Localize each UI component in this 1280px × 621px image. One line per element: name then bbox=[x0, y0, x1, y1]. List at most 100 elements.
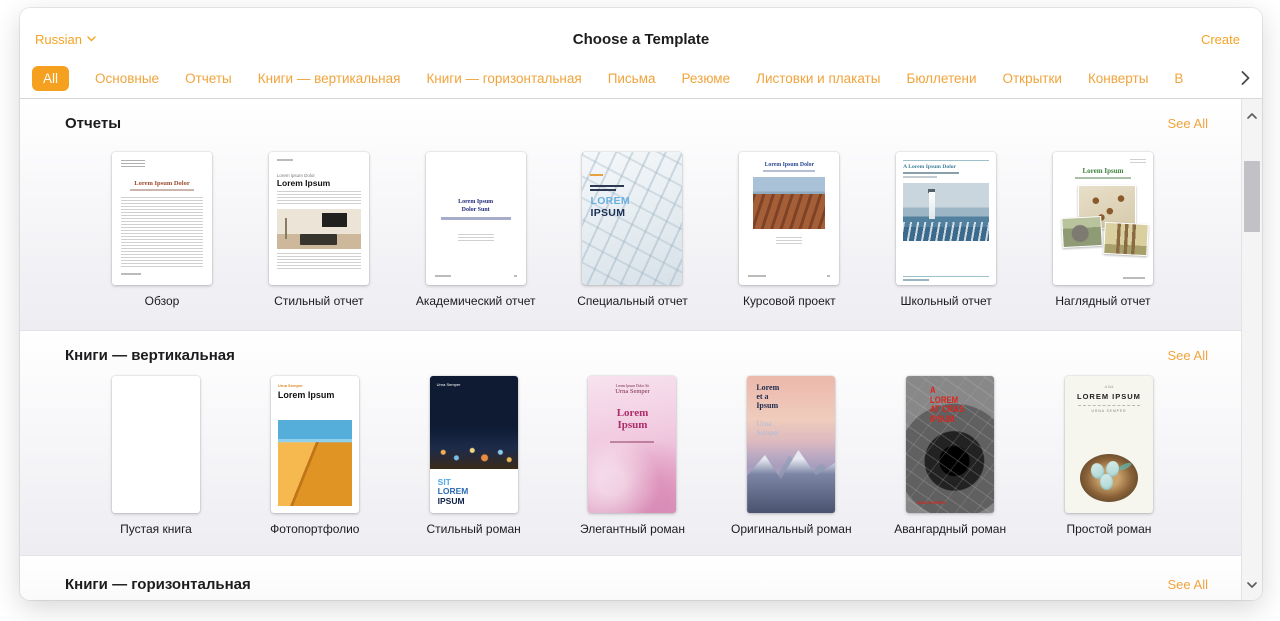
thumb-title: LOREM IPSUM bbox=[1065, 392, 1153, 401]
text-lines bbox=[121, 160, 145, 168]
see-all-link[interactable]: See All bbox=[1168, 116, 1208, 131]
thumb-kicker: A Dol bbox=[1065, 385, 1153, 389]
template-overview[interactable]: Lorem Ipsum Dolor Обзор bbox=[112, 152, 212, 308]
thumb-title: Lorem Ipsum Dolor bbox=[747, 162, 831, 168]
thumb-author: URNA SEMPER bbox=[916, 501, 945, 505]
template-school-report[interactable]: A Lorem Ipsum Dolor Школьный отчет bbox=[896, 152, 996, 308]
template-academic-report[interactable]: Lorem Ipsum Dolor Sunt Академический отч… bbox=[426, 152, 526, 308]
template-thumbnail: Lorem Ipsum Dolor bbox=[112, 152, 212, 285]
template-label: Обзор bbox=[145, 294, 180, 308]
tab-envelopes[interactable]: Конверты bbox=[1088, 71, 1148, 86]
template-avant-garde-novel[interactable]: A LOREM AT CRAS IPSUM URNA SEMPER Аванга… bbox=[906, 376, 994, 536]
template-thumbnail: Lorem ipsum Dolor Lorem Ipsum bbox=[269, 152, 369, 285]
thumb-title: Lorem Ipsum bbox=[592, 407, 672, 431]
template-thumbnail: Lorem et a Ipsum Urna Semper bbox=[747, 376, 835, 513]
elephant-photo bbox=[1061, 216, 1103, 248]
text-line bbox=[590, 185, 624, 187]
tab-newsletters[interactable]: Бюллетени bbox=[906, 71, 976, 86]
section-title: Отчеты bbox=[65, 115, 121, 132]
scrollbar-thumb[interactable] bbox=[1244, 161, 1260, 232]
canyon-photo bbox=[753, 177, 825, 229]
page-number bbox=[514, 275, 517, 277]
tab-books-portrait[interactable]: Книги — вертикальная bbox=[258, 71, 401, 86]
tab-books-landscape[interactable]: Книги — горизонтальная bbox=[426, 71, 581, 86]
template-stylish-report[interactable]: Lorem ipsum Dolor Lorem Ipsum Стильный о… bbox=[269, 152, 369, 308]
tab-letters[interactable]: Письма bbox=[608, 71, 656, 86]
template-thumbnail: A LOREM AT CRAS IPSUM URNA SEMPER bbox=[906, 376, 994, 513]
template-simple-novel[interactable]: A Dol LOREM IPSUM URNA SEMPER Простой ро… bbox=[1065, 376, 1153, 536]
section-books-portrait: Книги — вертикальная See All Пустая книг… bbox=[20, 331, 1262, 556]
thumb-title: Lorem Ipsum Dolor bbox=[121, 180, 203, 187]
section-books-landscape: Книги — горизонтальная See All bbox=[20, 556, 1262, 600]
tab-cards[interactable]: Открытки bbox=[1003, 71, 1062, 86]
scroll-up-button[interactable] bbox=[1247, 106, 1257, 124]
divider bbox=[1078, 405, 1140, 406]
template-label: Оригинальный роман bbox=[731, 522, 852, 536]
text-line bbox=[748, 275, 766, 277]
section-title: Книги — вертикальная bbox=[65, 347, 235, 364]
template-row: Пустая книга Urna Semper Lorem Ipsum Фот… bbox=[112, 376, 1153, 536]
template-label: Стильный роман bbox=[427, 522, 521, 536]
template-original-novel[interactable]: Lorem et a Ipsum Urna Semper Оригинальны… bbox=[747, 376, 835, 536]
template-thumbnail: A Lorem Ipsum Dolor bbox=[896, 152, 996, 285]
desert-dune-photo bbox=[278, 420, 352, 506]
thumb-title: Lorem Ipsum bbox=[278, 390, 352, 400]
language-dropdown[interactable]: Russian bbox=[35, 32, 96, 47]
template-blank-book[interactable]: Пустая книга bbox=[112, 376, 200, 536]
template-thumbnail: Lorem Ipsum Dolor Sunt bbox=[426, 152, 526, 285]
text-lines bbox=[776, 237, 802, 244]
text-line bbox=[441, 217, 511, 220]
section-title: Книги — горизонтальная bbox=[65, 576, 251, 593]
template-thumbnail: Urna Semper SIT LOREM IPSUM bbox=[430, 376, 518, 513]
page-title: Choose a Template bbox=[20, 31, 1262, 48]
chevron-right-icon bbox=[1241, 71, 1250, 85]
template-thumbnail: Lorem Ipsum bbox=[1053, 152, 1153, 285]
text-lines bbox=[277, 191, 361, 206]
template-visual-report[interactable]: Lorem Ipsum Наглядный отчет bbox=[1053, 152, 1153, 308]
tabs-scroll-right-button[interactable] bbox=[1241, 71, 1250, 85]
see-all-link[interactable]: See All bbox=[1168, 577, 1208, 592]
vertical-scrollbar[interactable] bbox=[1241, 99, 1262, 600]
living-room-photo bbox=[277, 209, 361, 249]
text-line bbox=[130, 189, 194, 191]
tab-truncated[interactable]: В bbox=[1174, 71, 1183, 86]
animal-photo-collage bbox=[1060, 183, 1146, 255]
page-number bbox=[827, 275, 830, 277]
template-row: Lorem Ipsum Dolor Обзор Lorem ipsum Dolo… bbox=[112, 152, 1153, 308]
text-line bbox=[121, 273, 141, 275]
template-special-report[interactable]: LOREM IPSUM Специальный отчет bbox=[582, 152, 682, 308]
text-line bbox=[590, 189, 616, 191]
template-label: Авангардный роман bbox=[894, 522, 1006, 536]
tab-all[interactable]: All bbox=[32, 66, 69, 91]
text-line bbox=[1123, 277, 1145, 279]
template-label: Курсовой проект bbox=[743, 294, 836, 308]
template-term-paper[interactable]: Lorem Ipsum Dolor Курсовой проект bbox=[739, 152, 839, 308]
template-label: Академический отчет bbox=[416, 294, 536, 308]
section-reports: Отчеты See All Lorem Ipsum Dolor Обзор bbox=[20, 99, 1262, 331]
create-button[interactable]: Create bbox=[1201, 32, 1240, 47]
template-stylish-novel[interactable]: Urna Semper SIT LOREM IPSUM Стильный ром… bbox=[430, 376, 518, 536]
thumb-kicker: Urna Semper bbox=[278, 383, 352, 388]
see-all-link[interactable]: See All bbox=[1168, 348, 1208, 363]
thumb-title: A LOREM AT CRAS IPSUM bbox=[930, 386, 964, 425]
text-line bbox=[435, 275, 451, 277]
template-thumbnail: Urna Semper Lorem Ipsum bbox=[271, 376, 359, 513]
thumb-kicker: Urna Semper bbox=[437, 382, 461, 387]
tab-resumes[interactable]: Резюме bbox=[682, 71, 731, 86]
scroll-down-button[interactable] bbox=[1247, 575, 1257, 593]
tab-basic[interactable]: Основные bbox=[95, 71, 159, 86]
text-line bbox=[903, 279, 929, 281]
text-line bbox=[1075, 177, 1131, 179]
template-label: Стильный отчет bbox=[274, 294, 363, 308]
template-elegant-novel[interactable]: Lorem Ipsum Dolor Sit Urna Semper Lorem … bbox=[588, 376, 676, 536]
template-scroll-area: Отчеты See All Lorem Ipsum Dolor Обзор bbox=[20, 98, 1262, 600]
text-lines bbox=[121, 197, 203, 267]
template-photo-portfolio[interactable]: Urna Semper Lorem Ipsum Фотопортфолио bbox=[271, 376, 359, 536]
tab-reports[interactable]: Отчеты bbox=[185, 71, 232, 86]
text-line bbox=[277, 159, 293, 161]
template-label: Простой роман bbox=[1066, 522, 1151, 536]
text-lines bbox=[458, 234, 494, 243]
thumb-author: URNA SEMPER bbox=[1065, 409, 1153, 413]
thumb-title: Lorem Ipsum bbox=[277, 178, 361, 188]
tab-flyers-posters[interactable]: Листовки и плакаты bbox=[756, 71, 880, 86]
